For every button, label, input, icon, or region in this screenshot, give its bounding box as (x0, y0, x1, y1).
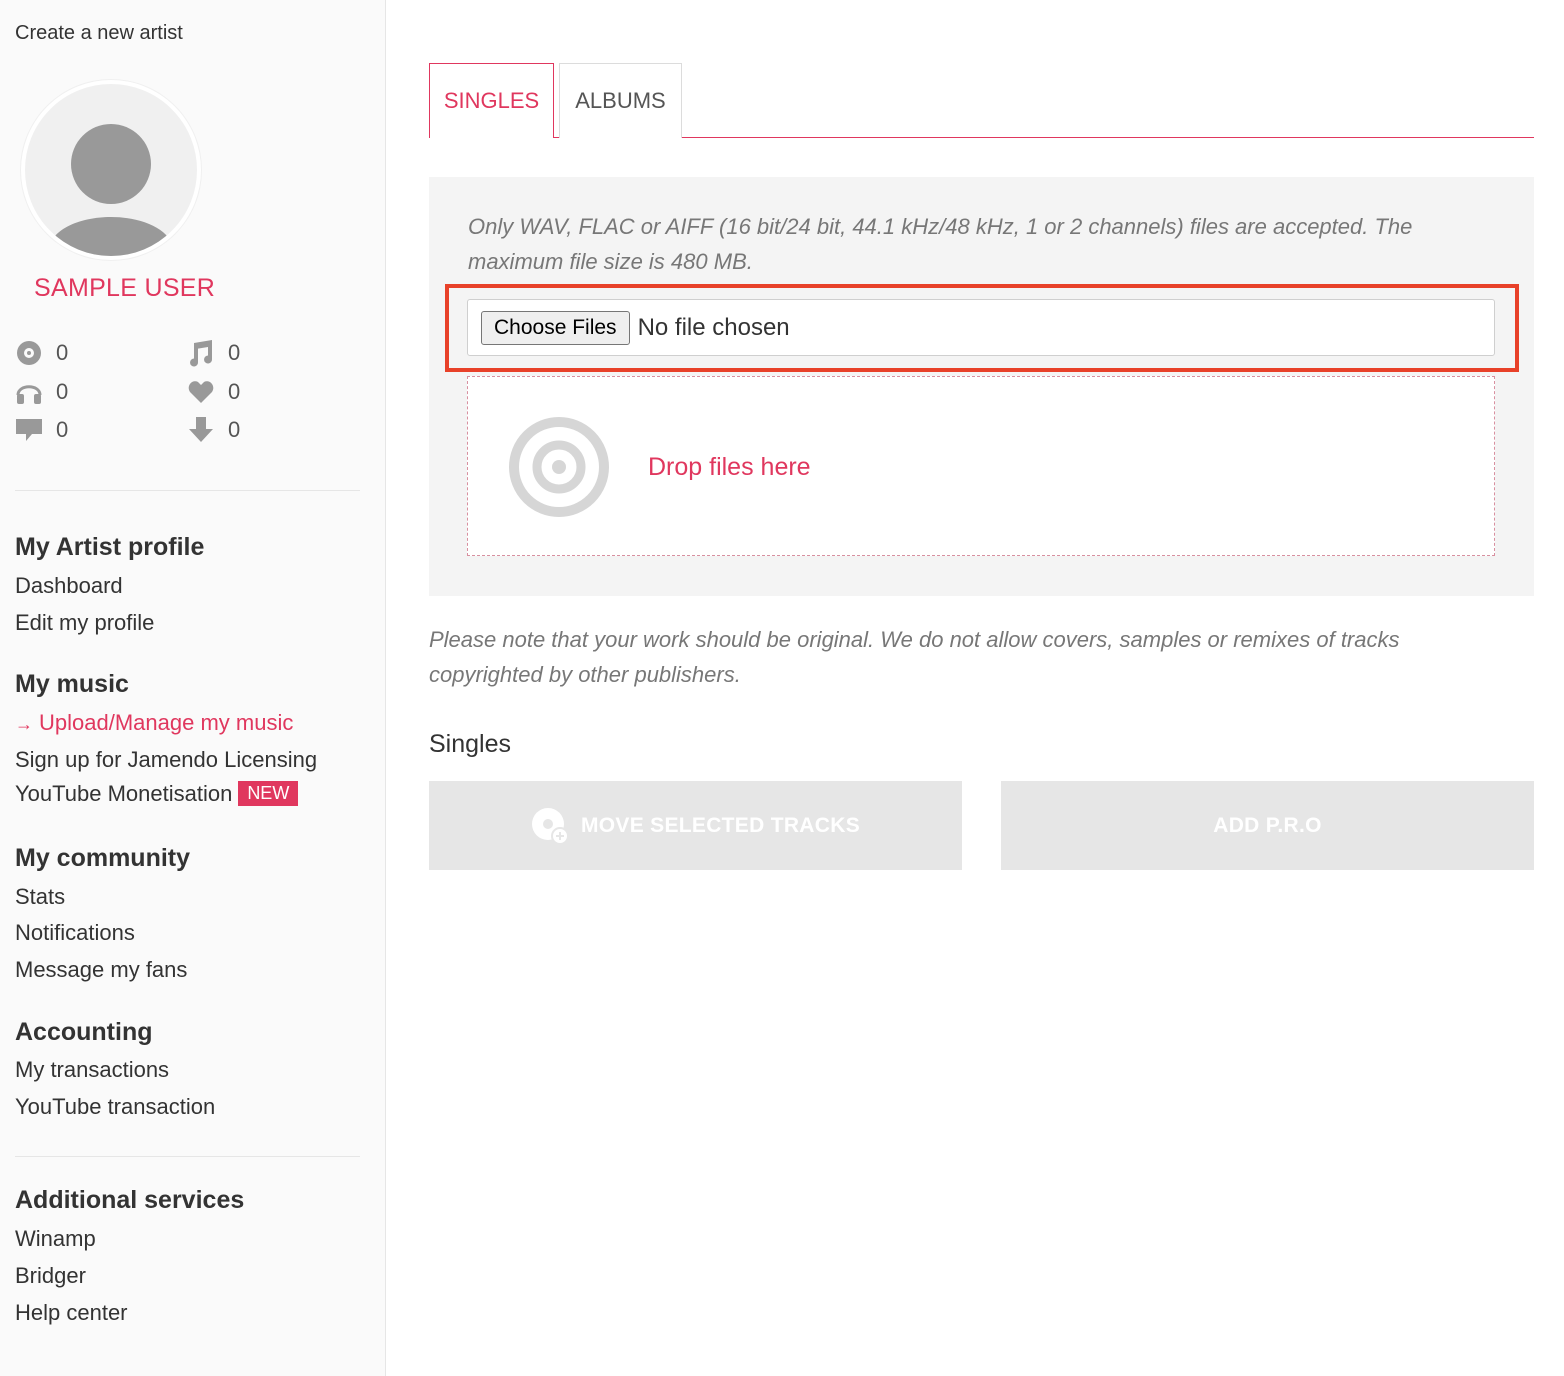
profile-username[interactable]: SAMPLE USER (34, 274, 215, 303)
stat-likes: 0 (187, 378, 240, 406)
nav-heading-accounting: Accounting (15, 1018, 153, 1046)
tab-albums[interactable]: ALBUMS (559, 63, 682, 138)
new-badge: NEW (238, 781, 299, 806)
stat-albums: 0 (15, 339, 68, 367)
main-content: SINGLES ALBUMS Only WAV, FLAC or AIFF (1… (429, 0, 1534, 1376)
stat-value: 0 (228, 379, 241, 404)
stat-listens: 0 (15, 378, 68, 406)
singles-heading: Singles (429, 730, 511, 758)
stat-tracks: 0 (187, 339, 240, 367)
nav-heading-artist-profile: My Artist profile (15, 533, 205, 561)
comment-icon (15, 416, 43, 444)
upload-panel: Only WAV, FLAC or AIFF (16 bit/24 bit, 4… (429, 177, 1534, 596)
nav-item-stats[interactable]: Stats (15, 884, 65, 910)
sidebar: Create a new artist SAMPLE USER 0 0 0 0 (0, 0, 386, 1376)
nav-item-notifications[interactable]: Notifications (15, 920, 135, 946)
stat-comments: 0 (15, 416, 68, 444)
nav-item-bridger[interactable]: Bridger (15, 1263, 86, 1289)
disc-add-icon (531, 807, 569, 845)
button-label: MOVE SELECTED TRACKS (580, 813, 861, 837)
stat-value: 0 (56, 417, 69, 442)
headphones-icon (15, 378, 43, 406)
divider (15, 1156, 360, 1157)
nav-item-dashboard[interactable]: Dashboard (15, 573, 123, 599)
stat-value: 0 (56, 379, 69, 404)
music-note-icon (187, 339, 215, 367)
button-label: ADD P.R.O (1213, 813, 1322, 837)
nav-item-youtube-transaction[interactable]: YouTube transaction (15, 1094, 215, 1120)
stat-value: 0 (228, 417, 241, 442)
nav-item-youtube-monetisation[interactable]: YouTube Monetisation NEW (15, 781, 299, 807)
disc-icon (15, 339, 43, 367)
add-pro-button[interactable]: ADD P.R.O (1001, 781, 1534, 870)
nav-heading-community: My community (15, 844, 191, 872)
nav-heading-additional-services: Additional services (15, 1186, 245, 1214)
divider (15, 490, 360, 491)
nav-item-label: YouTube Monetisation (15, 781, 233, 806)
create-artist-link[interactable]: Create a new artist (15, 22, 183, 45)
nav-heading-music: My music (15, 670, 129, 698)
nav-item-label: Upload/Manage my music (39, 710, 294, 735)
accepted-formats-note: Only WAV, FLAC or AIFF (16 bit/24 bit, 4… (468, 214, 1413, 274)
arrow-right-icon: → (15, 714, 33, 734)
drop-files-label: Drop files here (648, 453, 811, 481)
nav-item-edit-profile[interactable]: Edit my profile (15, 610, 154, 636)
download-icon (187, 416, 215, 444)
user-silhouette-icon (47, 124, 175, 256)
nav-item-jamendo-licensing[interactable]: Sign up for Jamendo Licensing (15, 747, 317, 773)
nav-item-upload-manage-music[interactable]: → Upload/Manage my music (15, 710, 293, 736)
file-status: No file chosen (637, 313, 790, 341)
nav-item-my-transactions[interactable]: My transactions (15, 1057, 169, 1083)
upload-tabs: SINGLES ALBUMS (429, 63, 1534, 138)
stat-value: 0 (228, 340, 241, 365)
drop-zone[interactable]: Drop files here (467, 376, 1495, 556)
nav-item-help-center[interactable]: Help center (15, 1300, 128, 1326)
choose-files-button[interactable]: Choose Files (481, 310, 630, 345)
stat-value: 0 (56, 340, 69, 365)
originality-note: Please note that your work should be ori… (429, 627, 1400, 687)
stat-downloads: 0 (187, 416, 240, 444)
tab-singles[interactable]: SINGLES (429, 63, 554, 138)
move-selected-tracks-button[interactable]: MOVE SELECTED TRACKS (429, 781, 962, 870)
target-disc-icon (509, 417, 609, 517)
file-input[interactable]: Choose Files No file chosen (467, 299, 1495, 356)
heart-icon (187, 378, 215, 406)
nav-item-message-fans[interactable]: Message my fans (15, 957, 187, 983)
avatar[interactable] (21, 80, 201, 260)
nav-item-winamp[interactable]: Winamp (15, 1226, 96, 1252)
